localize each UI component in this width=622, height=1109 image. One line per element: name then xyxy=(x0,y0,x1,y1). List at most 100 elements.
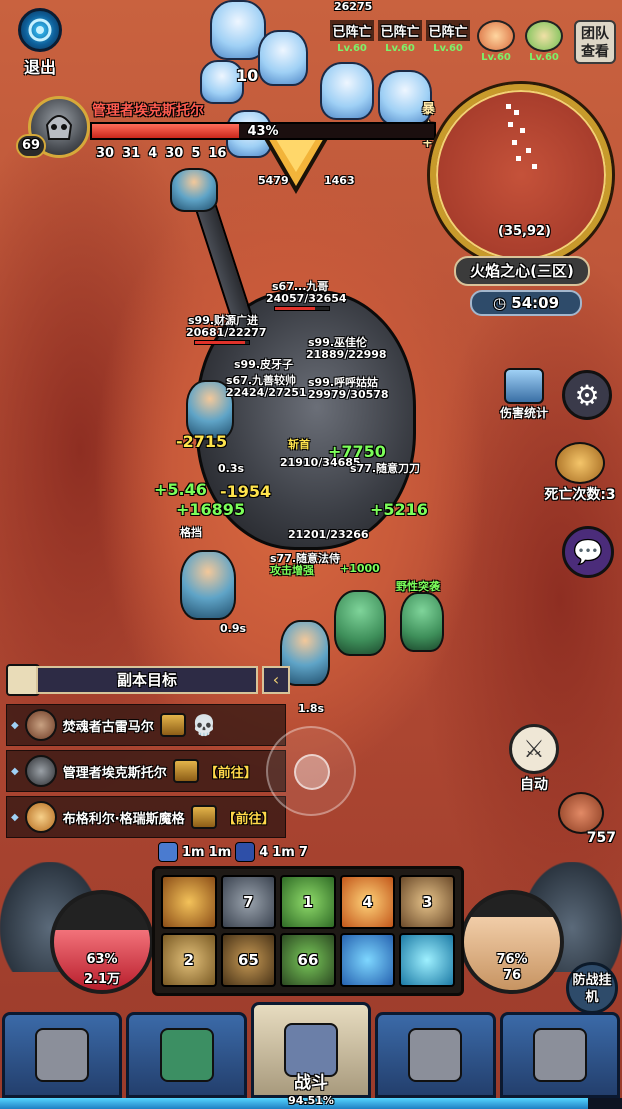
boss-stat: 16 xyxy=(208,146,227,161)
buff-strip: 1m 1m 4 1m 7 xyxy=(158,842,308,862)
quest-header: 副本目标 ‹ xyxy=(6,664,290,696)
castle-icon xyxy=(532,1028,587,1082)
auto-battle-button[interactable]: ⚔ 自动 xyxy=(506,724,562,794)
defense-idle-button[interactable]: 防战挂机 xyxy=(566,962,618,1014)
heal-number: +5216 xyxy=(370,500,428,519)
skill-slot[interactable]: 66 xyxy=(280,933,336,987)
elf-sprite xyxy=(334,590,386,656)
skill-slot[interactable]: 2 xyxy=(161,933,217,987)
minimap-marker xyxy=(506,104,511,109)
minimap-marker xyxy=(514,110,519,115)
minimap-coordinates: (35,92) xyxy=(498,224,552,239)
minimap-marker xyxy=(526,148,531,153)
skill-slot[interactable] xyxy=(339,933,396,987)
skill-slot[interactable]: 3 xyxy=(399,875,455,929)
party-member[interactable]: 已阵亡 Lv.60 xyxy=(330,20,374,63)
hooded-hero-icon xyxy=(159,1028,214,1082)
damage-number: -2715 xyxy=(176,432,228,451)
quest-boss-name: 焚魂者古雷马尔 xyxy=(62,719,154,735)
buff-duration: 1m xyxy=(182,844,205,860)
skill-count: 2 xyxy=(183,951,195,969)
food-count: 757 xyxy=(586,830,616,846)
hero-sprite xyxy=(170,168,218,212)
skill-slot[interactable]: 1 xyxy=(280,875,336,929)
player-hp: 29979/30578 xyxy=(308,388,389,401)
party-avatar xyxy=(477,20,515,52)
tab-guild[interactable] xyxy=(375,1012,496,1098)
quest-item[interactable]: ◆ 焚魂者古雷马尔 💀 xyxy=(6,704,286,746)
movement-joystick[interactable] xyxy=(266,726,356,816)
quest-item[interactable]: ◆ 布格利尔·格瑞斯魔格 【前往】 xyxy=(6,796,286,838)
death-count[interactable]: 死亡次数:3 xyxy=(540,442,620,504)
bottom-nav: 战斗 xyxy=(0,1002,622,1098)
mp-percent: 76% xyxy=(496,952,528,967)
heal-number: +5.46 xyxy=(154,480,207,499)
party-member[interactable]: Lv.60 xyxy=(474,20,518,63)
skill-slot[interactable] xyxy=(399,933,455,987)
experience-percent: 94.51% xyxy=(288,1094,334,1107)
boss-stats: 30 31 4 30 5 16 xyxy=(96,146,226,161)
food-item[interactable]: 757 xyxy=(558,792,618,846)
chevron-left-icon: ‹ xyxy=(272,670,280,689)
treasure-chest-icon xyxy=(555,442,605,484)
party-member[interactable]: Lv.60 xyxy=(522,20,566,63)
skill-slot[interactable]: 4 xyxy=(339,875,396,929)
mp-orb: 76% 76 xyxy=(460,890,564,994)
tab-character[interactable] xyxy=(2,1012,123,1098)
damage-stats-button[interactable]: 伤害统计 xyxy=(496,368,552,421)
combat-label: 斩首 xyxy=(288,438,310,451)
team-view-button[interactable]: 团队查看 xyxy=(574,20,616,64)
death-count-label: 死亡次数:3 xyxy=(544,487,616,503)
skill-count: 3 xyxy=(421,893,433,911)
bullet-icon: ◆ xyxy=(11,811,19,823)
clock-icon: ◷ xyxy=(492,294,512,312)
party-member[interactable]: 已阵亡 Lv.60 xyxy=(426,20,470,63)
auto-label: 自动 xyxy=(520,777,548,793)
quest-item[interactable]: ◆ 管理者埃克斯托尔 【前往】 xyxy=(6,750,286,792)
damage-number: -1954 xyxy=(220,482,272,501)
party-bar: 已阵亡 Lv.60 已阵亡 Lv.60 已阵亡 Lv.60 Lv.60 Lv.6… xyxy=(330,20,566,63)
minimap-marker xyxy=(516,156,521,161)
combat-text: 10 xyxy=(236,66,259,85)
exit-label: 退出 xyxy=(23,58,56,77)
tab-castle[interactable] xyxy=(499,1012,621,1098)
buff-label: 攻击增强 xyxy=(270,564,314,577)
buff-duration: 4 xyxy=(259,844,269,860)
tab-battle[interactable]: 战斗 xyxy=(250,1002,372,1098)
tab-hero[interactable] xyxy=(126,1012,247,1098)
buff-duration: 7 xyxy=(298,844,308,860)
skill-slot[interactable]: 7 xyxy=(220,875,277,929)
player-hp: 22424/27251 xyxy=(226,386,307,399)
party-member[interactable]: 已阵亡 Lv.60 xyxy=(378,20,422,63)
combat-text: 5479 xyxy=(258,174,289,187)
player-name: s99.皮牙子 xyxy=(234,358,294,371)
gear-icon: ⚙ xyxy=(574,378,600,412)
boss-name: 管理者埃克斯托尔 xyxy=(92,103,204,119)
elf-sprite xyxy=(400,592,444,652)
heal-number: +16895 xyxy=(176,500,246,519)
boss-stat: 30 xyxy=(96,146,115,161)
boss-stat: 4 xyxy=(148,146,158,161)
party-level: Lv.60 xyxy=(337,43,367,54)
skill-slot[interactable]: 65 xyxy=(220,933,277,987)
collapse-toggle[interactable]: ‹ xyxy=(262,666,290,694)
combat-text: 1463 xyxy=(324,174,355,187)
gate-icon xyxy=(408,1028,463,1082)
damage-stats-label: 伤害统计 xyxy=(499,406,548,420)
exit-button[interactable]: 退出 xyxy=(12,8,68,77)
joystick-knob[interactable] xyxy=(294,754,330,790)
skill-slot[interactable] xyxy=(161,875,217,929)
chat-button[interactable]: 💬 xyxy=(562,526,614,578)
hp-value: 2.1万 xyxy=(83,972,121,987)
party-avatar xyxy=(525,20,563,52)
minimap-marker xyxy=(532,164,537,169)
quest-title: 副本目标 xyxy=(36,666,258,694)
go-link[interactable]: 【前往】 xyxy=(205,762,257,781)
go-link[interactable]: 【前往】 xyxy=(223,808,275,827)
heal-number: +1000 xyxy=(340,562,380,575)
player-hp: 24057/32654 xyxy=(266,292,347,305)
settings-button[interactable]: ⚙ xyxy=(562,370,612,420)
player-hp: 21910/34685 xyxy=(280,456,361,469)
boss-avatar xyxy=(24,755,57,787)
skull-icon: 💀 xyxy=(191,713,217,737)
